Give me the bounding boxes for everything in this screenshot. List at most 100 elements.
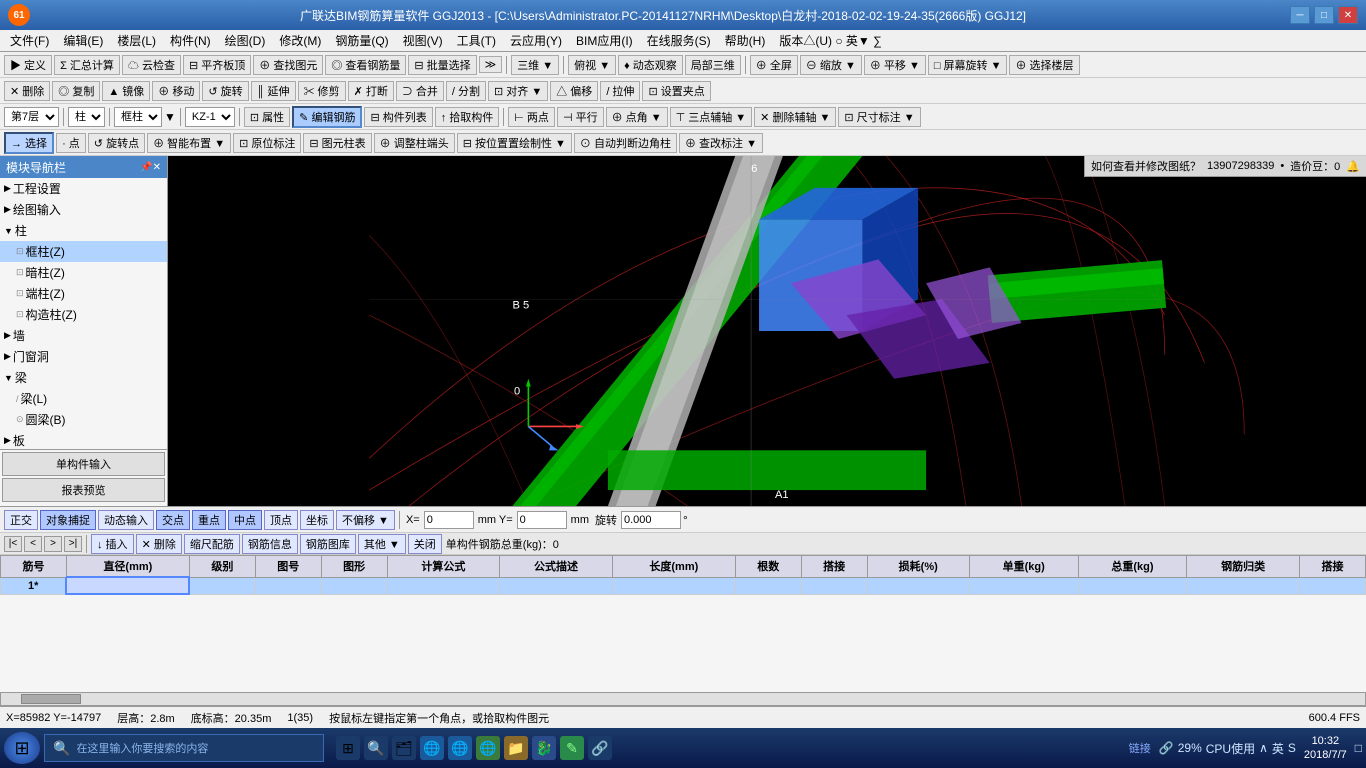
axis-toolbar-button[interactable]: ⊤ 三点辅轴 ▼ [670,107,753,127]
toolbar-button[interactable]: ≫ [479,56,503,73]
tree-expand-icon[interactable]: ▶ [4,204,11,215]
toolbar-button[interactable]: □ 屏幕旋转 ▼ [928,55,1008,75]
draw-toolbar-button[interactable]: ⊕ 调整柱端头 [374,133,455,153]
sidebar-item[interactable]: ▶绘图输入 [0,199,167,220]
tree-expand-icon[interactable]: ▶ [4,351,11,362]
edit-toolbar-button[interactable]: ↺ 旋转 [202,81,248,101]
menu-item[interactable]: 楼层(L) [111,30,162,51]
sidebar-item[interactable]: ▶门窗洞 [0,346,167,367]
edit-toolbar-button[interactable]: ⊕ 移动 [152,81,200,101]
nav-button[interactable]: < [24,536,42,552]
toolbar-button[interactable]: ▶ 定义 [4,55,52,75]
tree-expand-icon[interactable]: ▶ [4,183,11,194]
status-toggle-button[interactable]: 交点 [156,510,190,530]
lang-indicator[interactable]: 英 [1272,740,1284,757]
status-toggle-button[interactable]: 顶点 [264,510,298,530]
rebar-nav-button[interactable]: 钢筋信息 [242,534,298,554]
column-type-selector[interactable]: 柱 [68,107,105,127]
task-icon-taskview[interactable]: 🗂 [392,736,416,760]
task-icon-edge[interactable]: 🌐 [420,736,444,760]
start-button[interactable]: ⊞ [4,732,40,764]
draw-toolbar-button[interactable]: ⊕ 智能布置 ▼ [147,133,231,153]
rebar-nav-button[interactable]: 关闭 [408,534,442,554]
y-coord-input[interactable] [517,511,567,529]
minimize-button[interactable]: ─ [1290,6,1310,24]
toolbar-button[interactable]: ☁ 云检查 [122,55,181,75]
element-toolbar-button[interactable]: ⊡ 属性 [244,107,290,127]
sidebar-item[interactable]: /梁(L) [0,388,167,409]
menu-item[interactable]: BIM应用(I) [570,30,639,51]
status-toggle-button[interactable]: 重点 [192,510,226,530]
edit-toolbar-button[interactable]: ✂ 修剪 [298,81,346,101]
edit-toolbar-button[interactable]: △ 偏移 [550,81,598,101]
report-preview-button[interactable]: 报表预览 [2,478,165,502]
status-toggle-button[interactable]: 动态输入 [98,510,154,530]
nav-button[interactable]: >| [64,536,82,552]
rebar-table-area[interactable]: 筋号直径(mm)级别图号图形计算公式公式描述长度(mm)根数搭接损耗(%)单重(… [0,555,1366,692]
table-row[interactable]: 1* [1,577,1366,594]
toolbar-button[interactable]: ⊕ 平移 ▼ [864,55,926,75]
menu-item[interactable]: 构件(N) [164,30,217,51]
column-number-selector[interactable]: KZ-1 [185,107,235,127]
axis-toolbar-button[interactable]: ⊣ 平行 [557,107,604,127]
sidebar-item[interactable]: ⊡构造柱(Z) [0,304,167,325]
rebar-nav-button[interactable]: 缩尺配筋 [184,534,240,554]
menu-item[interactable]: 编辑(E) [57,30,109,51]
edit-toolbar-button[interactable]: ⊃ 合并 [396,81,444,101]
tree-expand-icon[interactable]: ▶ [4,330,11,341]
axis-toolbar-button[interactable]: ⊡ 尺寸标注 ▼ [838,107,920,127]
menu-item[interactable]: 在线服务(S) [641,30,717,51]
draw-toolbar-button[interactable]: ⊟ 按位置置绘制性 ▼ [457,133,572,153]
menu-item[interactable]: 绘图(D) [219,30,272,51]
horizontal-scrollbar[interactable] [0,692,1366,706]
sidebar-item[interactable]: ▼梁 [0,367,167,388]
task-icon-dragon[interactable]: 🐉 [532,736,556,760]
task-icon-ie[interactable]: 🌐 [448,736,472,760]
antivirus-icon[interactable]: S [1288,741,1296,755]
close-button[interactable]: ✕ [1338,6,1358,24]
edit-toolbar-button[interactable]: ▲ 镜像 [102,81,150,101]
edit-toolbar-button[interactable]: ⊡ 设置夹点 [642,81,710,101]
toolbar-button[interactable]: ♦ 动态观察 [618,55,683,75]
draw-toolbar-button[interactable]: → 选择 [4,132,54,154]
floor-selector[interactable]: 第7层 [4,107,59,127]
draw-toolbar-button[interactable]: ↺ 旋转点 [88,133,145,153]
rotate-input[interactable] [621,511,681,529]
menu-item[interactable]: 修改(M) [273,30,327,51]
x-coord-input[interactable] [424,511,474,529]
toolbar-button[interactable]: ⊕ 全屏 [750,55,798,75]
draw-toolbar-button[interactable]: ⊟ 图元柱表 [303,133,371,153]
tree-expand-icon[interactable]: ▼ [4,226,13,236]
edit-toolbar-button[interactable]: ║ 延伸 [251,81,296,101]
toolbar-button[interactable]: ⊕ 查找图元 [253,55,323,75]
draw-toolbar-button[interactable]: ⊕ 查改标注 ▼ [679,133,763,153]
canvas-area[interactable]: B 5 6 A1 0 如何查看并修改图纸？ 13907298339 • 造价豆：… [168,156,1366,506]
status-toggle-button[interactable]: 中点 [228,510,262,530]
edit-toolbar-button[interactable]: / 分割 [446,81,486,101]
toolbar-button[interactable]: ⊕ 选择楼层 [1009,55,1079,75]
sidebar-item[interactable]: ⊡框柱(Z) [0,241,167,262]
status-toggle-button[interactable]: 不偏移 ▼ [336,510,395,530]
toolbar-button[interactable]: ⊟ 平齐板顶 [183,55,251,75]
scroll-thumb[interactable] [21,694,81,704]
task-icon-folder[interactable]: 📁 [504,736,528,760]
rebar-nav-button[interactable]: 钢筋图库 [300,534,356,554]
single-member-input-button[interactable]: 单构件输入 [2,452,165,476]
menu-item[interactable]: 工具(T) [451,30,502,51]
toolbar-button[interactable]: ⊖ 缩放 ▼ [800,55,862,75]
tree-expand-icon[interactable]: ▼ [4,373,13,383]
task-icon-edit[interactable]: ✎ [560,736,584,760]
toolbar-button[interactable]: 俯视 ▼ [568,55,616,75]
maximize-button[interactable]: □ [1314,6,1334,24]
edit-toolbar-button[interactable]: ✕ 删除 [4,81,50,101]
sidebar-item[interactable]: ⊡暗柱(Z) [0,262,167,283]
chevron-icon[interactable]: ∧ [1259,741,1268,755]
menu-item[interactable]: 版本△(U) ○ 英▼ ∑ [773,30,887,51]
search-bar[interactable]: 🔍 在这里输入你要搜索的内容 [44,734,324,762]
sidebar-item[interactable]: ▶墙 [0,325,167,346]
task-icon-ie2[interactable]: 🌐 [476,736,500,760]
edit-toolbar-button[interactable]: ◎ 复制 [52,81,100,101]
sidebar-item[interactable]: ⊙圆梁(B) [0,409,167,430]
menu-item[interactable]: 帮助(H) [719,30,772,51]
draw-toolbar-button[interactable]: · 点 [56,133,86,153]
